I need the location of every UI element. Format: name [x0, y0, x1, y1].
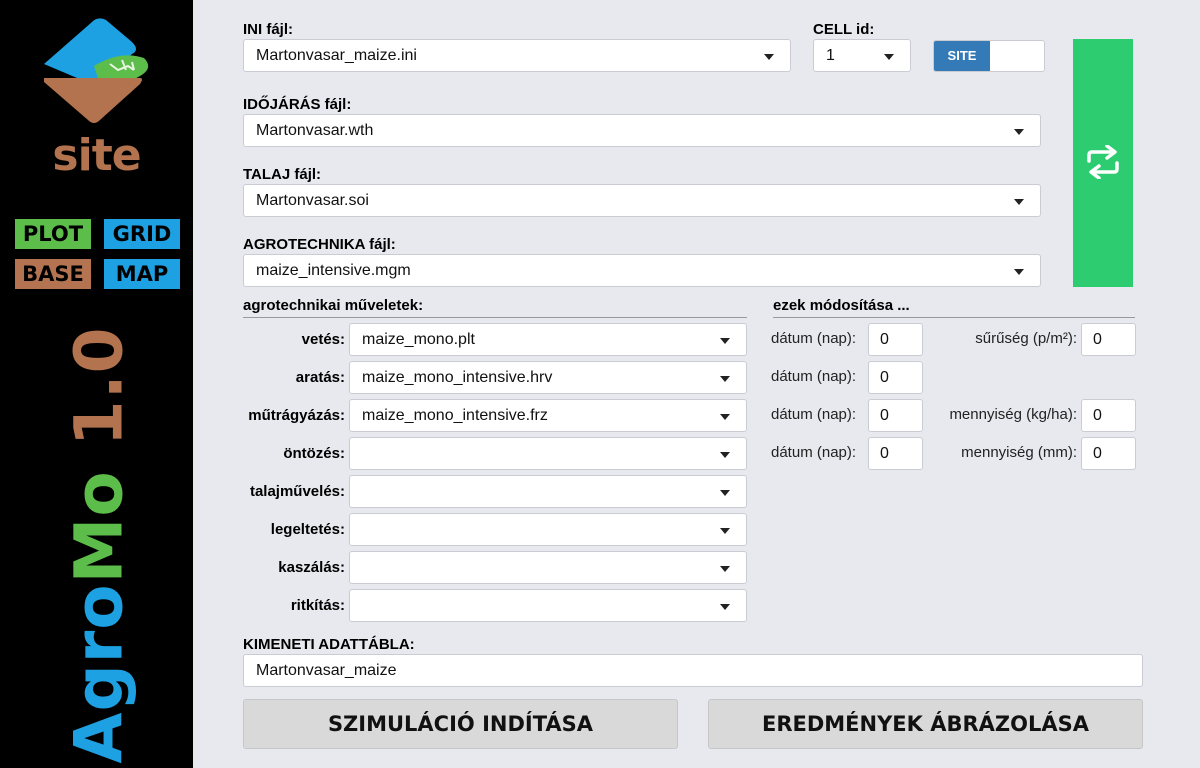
op-irrigation-label: öntözés:: [283, 445, 345, 462]
harvest-date-input[interactable]: [868, 361, 923, 394]
weather-value: Martonvasar.wth: [256, 122, 374, 139]
soil-select[interactable]: Martonvasar.soi: [243, 184, 1041, 217]
density-input[interactable]: [1081, 323, 1136, 356]
modifications-divider: [773, 317, 1135, 318]
app-title: AgroMo 1.0: [61, 326, 138, 763]
op-grazing-label: legeltetés:: [270, 521, 345, 538]
cell-select[interactable]: 1: [813, 39, 911, 72]
op-fertilizer-label: műtrágyázás:: [248, 407, 345, 424]
cell-label: CELL id:: [813, 21, 875, 38]
op-harvest-label: aratás:: [295, 369, 345, 386]
irrigation-date-label: dátum (nap):: [771, 444, 857, 461]
sowing-date-label: dátum (nap):: [771, 330, 857, 347]
refresh-button[interactable]: [1073, 39, 1133, 287]
chevron-down-icon: [720, 338, 730, 344]
operations-divider: [243, 317, 747, 318]
agrotech-value: maize_intensive.mgm: [256, 262, 411, 279]
op-sowing-value: maize_mono.plt: [362, 331, 475, 348]
refresh-icon: [1087, 145, 1119, 179]
run-simulation-button[interactable]: SZIMULÁCIÓ INDÍTÁSA: [243, 699, 678, 749]
soil-label: TALAJ fájl:: [243, 166, 322, 183]
modifications-header: ezek módosítása ...: [773, 297, 910, 314]
chevron-down-icon: [884, 54, 894, 60]
logo-text: site: [52, 130, 141, 181]
sidebar: site PLOT GRID BASE MAP AgroMo 1.0: [0, 0, 193, 768]
app-title-version: 1.0: [60, 326, 138, 471]
chevron-down-icon: [720, 414, 730, 420]
fertilizer-date-label: dátum (nap):: [771, 406, 857, 423]
site-logo-icon: [44, 18, 149, 123]
ini-select[interactable]: Martonvasar_maize.ini: [243, 39, 791, 72]
irr-amount-label: mennyiség (mm):: [961, 444, 1077, 461]
op-mowing-select[interactable]: [349, 551, 747, 584]
agrotech-label: AGROTECHNIKA fájl:: [243, 236, 396, 253]
weather-select[interactable]: Martonvasar.wth: [243, 114, 1041, 147]
irr-amount-input[interactable]: [1081, 437, 1136, 470]
chevron-down-icon: [1014, 129, 1024, 135]
app-title-agro: Agro: [60, 583, 138, 764]
mode-grid-button[interactable]: GRID: [104, 219, 180, 249]
op-tillage-label: talajművelés:: [249, 483, 345, 500]
mode-map-button[interactable]: MAP: [104, 259, 180, 289]
weather-label: IDŐJÁRÁS fájl:: [243, 96, 352, 113]
fertilizer-date-input[interactable]: [868, 399, 923, 432]
op-irrigation-select[interactable]: [349, 437, 747, 470]
op-grazing-select[interactable]: [349, 513, 747, 546]
op-thinning-label: ritkítás:: [290, 597, 345, 614]
sowing-date-input[interactable]: [868, 323, 923, 356]
site-toggle-label: SITE: [934, 41, 990, 71]
chevron-down-icon: [764, 54, 774, 60]
op-harvest-select[interactable]: maize_mono_intensive.hrv: [349, 361, 747, 394]
op-sowing-select[interactable]: maize_mono.plt: [349, 323, 747, 356]
soil-value: Martonvasar.soi: [256, 192, 369, 209]
fert-amount-label: mennyiség (kg/ha):: [949, 406, 1077, 423]
agrotech-select[interactable]: maize_intensive.mgm: [243, 254, 1041, 287]
chevron-down-icon: [1014, 199, 1024, 205]
chevron-down-icon: [720, 528, 730, 534]
chevron-down-icon: [720, 452, 730, 458]
op-thinning-select[interactable]: [349, 589, 747, 622]
density-label: sűrűség (p/m²):: [975, 330, 1077, 347]
ini-value: Martonvasar_maize.ini: [256, 47, 417, 64]
chevron-down-icon: [720, 490, 730, 496]
irrigation-date-input[interactable]: [868, 437, 923, 470]
operations-header: agrotechnikai műveletek:: [243, 297, 424, 314]
mode-plot-button[interactable]: PLOT: [15, 219, 91, 249]
op-fertilizer-select[interactable]: maize_mono_intensive.frz: [349, 399, 747, 432]
output-table-input[interactable]: [243, 654, 1143, 687]
chevron-down-icon: [720, 604, 730, 610]
output-label: KIMENETI ADATTÁBLA:: [243, 636, 415, 653]
plot-results-button[interactable]: EREDMÉNYEK ÁBRÁZOLÁSA: [708, 699, 1143, 749]
op-tillage-select[interactable]: [349, 475, 747, 508]
ini-label: INI fájl:: [243, 21, 294, 38]
op-fertilizer-value: maize_mono_intensive.frz: [362, 407, 548, 424]
op-mowing-label: kaszálás:: [278, 559, 345, 576]
chevron-down-icon: [720, 376, 730, 382]
chevron-down-icon: [720, 566, 730, 572]
site-toggle[interactable]: SITE: [933, 40, 1045, 72]
app-title-mo: Mo: [60, 470, 138, 584]
fert-amount-input[interactable]: [1081, 399, 1136, 432]
op-sowing-label: vetés:: [301, 331, 345, 348]
mode-base-button[interactable]: BASE: [15, 259, 91, 289]
op-harvest-value: maize_mono_intensive.hrv: [362, 369, 553, 386]
chevron-down-icon: [1014, 269, 1024, 275]
cell-value: 1: [826, 47, 835, 64]
harvest-date-label: dátum (nap):: [771, 368, 857, 385]
